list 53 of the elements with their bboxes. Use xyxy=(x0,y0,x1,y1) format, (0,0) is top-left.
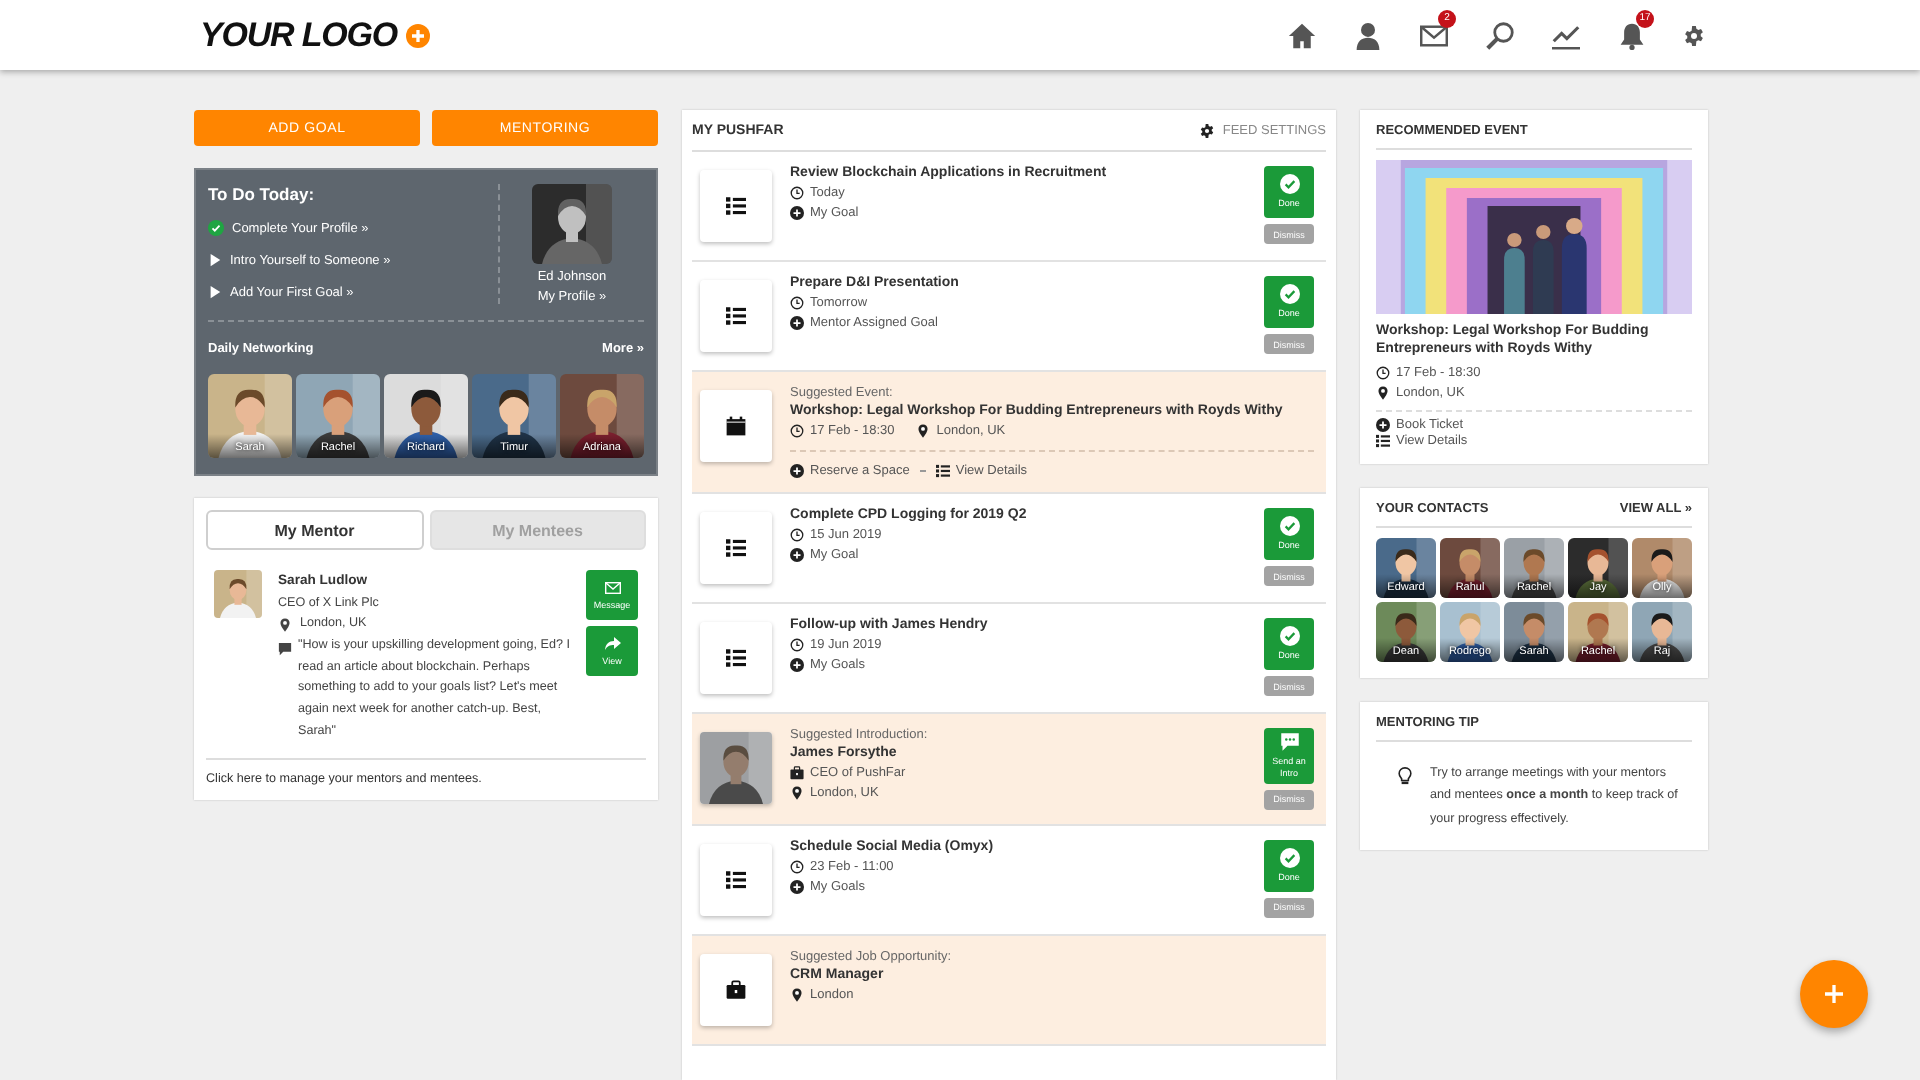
check-icon xyxy=(1279,174,1299,195)
plus-icon xyxy=(1822,982,1846,1006)
clock-icon xyxy=(790,638,804,652)
envelope-icon xyxy=(603,580,621,596)
list-icon xyxy=(726,869,746,890)
list-icon xyxy=(726,196,746,216)
speech-bubble-icon xyxy=(278,641,292,656)
clock-icon xyxy=(790,424,804,438)
list-icon xyxy=(1376,433,1390,448)
home-icon[interactable] xyxy=(1288,21,1316,49)
plus-circle-icon xyxy=(790,464,804,478)
logo-text[interactable]: YOUR LOGO xyxy=(200,15,397,55)
speech-bubble-icon xyxy=(1279,732,1299,752)
list-icon xyxy=(726,538,746,558)
pin-icon xyxy=(1376,385,1390,400)
panel-title: To Do Today: xyxy=(208,184,317,204)
list-icon xyxy=(726,306,746,326)
check-icon xyxy=(1279,516,1299,537)
check-icon xyxy=(1279,284,1299,305)
clock-icon xyxy=(790,528,804,542)
plus-circle-icon xyxy=(1376,417,1390,432)
clock-icon xyxy=(790,296,804,310)
lightbulb-icon xyxy=(1396,765,1414,786)
briefcase-icon xyxy=(790,766,804,780)
pin-icon xyxy=(790,786,804,800)
list-icon xyxy=(935,464,950,478)
plus-icon xyxy=(405,23,429,47)
clock-icon xyxy=(790,859,804,874)
list-icon xyxy=(726,648,746,668)
tab[interactable]: My Mentor xyxy=(206,510,423,550)
check-icon xyxy=(1279,626,1299,647)
user-icon[interactable] xyxy=(1354,21,1382,49)
plus-circle-icon xyxy=(790,658,804,672)
plus-circle-icon xyxy=(790,316,804,330)
share-arrow-icon xyxy=(603,636,621,652)
plus-circle-icon xyxy=(790,206,804,220)
pin-icon xyxy=(916,424,931,438)
envelope-icon[interactable] xyxy=(1420,21,1448,49)
check-icon xyxy=(208,220,224,236)
chart-line-icon[interactable] xyxy=(1552,21,1580,49)
settings-icon[interactable] xyxy=(1684,25,1704,45)
pin-icon xyxy=(790,987,804,1002)
plus-circle-icon xyxy=(790,548,804,562)
plus-circle-icon xyxy=(790,879,804,894)
search-icon[interactable] xyxy=(1486,21,1514,49)
calendar-icon xyxy=(726,416,746,436)
settings-icon xyxy=(1200,123,1215,137)
pin-icon xyxy=(278,618,292,633)
clock-icon xyxy=(790,186,804,200)
briefcase-icon xyxy=(726,979,746,1000)
check-icon xyxy=(1279,847,1299,868)
clock-icon xyxy=(1376,365,1390,380)
bell-icon[interactable] xyxy=(1618,21,1646,49)
